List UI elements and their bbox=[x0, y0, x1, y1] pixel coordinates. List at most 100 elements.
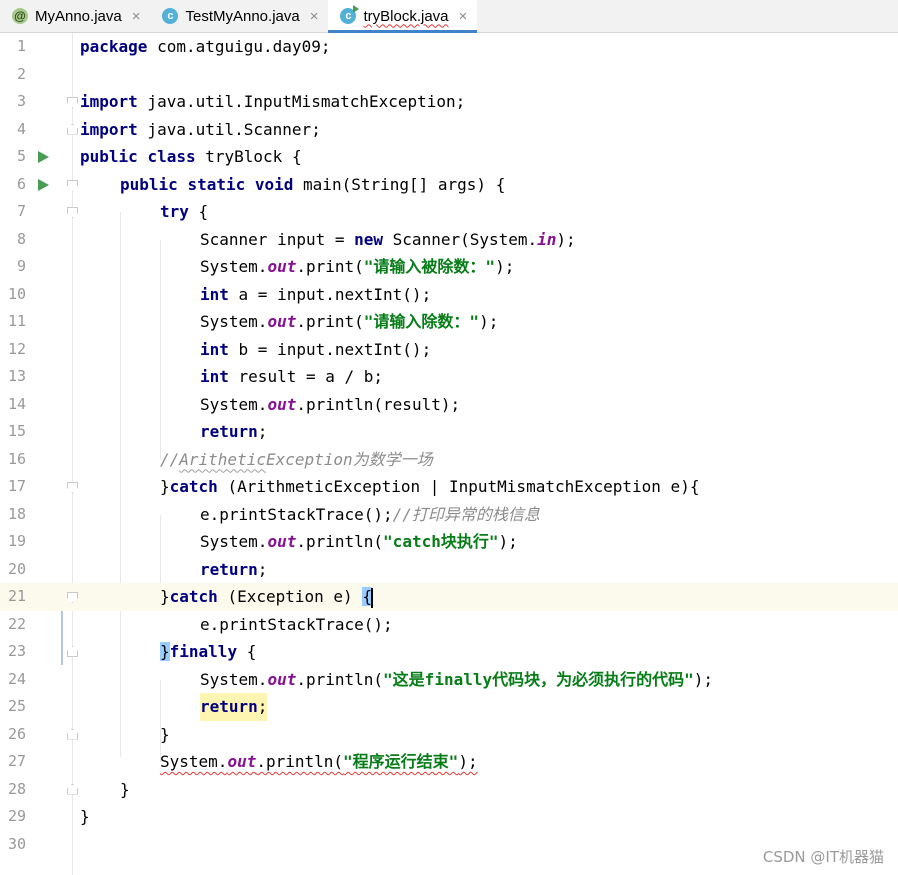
line-number: 16 bbox=[7, 449, 26, 468]
code-line-6: 6 public static void main(String[] args)… bbox=[0, 171, 898, 199]
code-line-7: 7 try { bbox=[0, 198, 898, 226]
line-number: 27 bbox=[7, 752, 26, 770]
class-file-icon: c bbox=[162, 8, 179, 24]
code-line-13: 13 int result = a / b; bbox=[0, 363, 898, 391]
code-text: public class tryBlock { bbox=[80, 147, 302, 166]
tab-label: tryBlock.java bbox=[363, 7, 449, 25]
fold-end-icon[interactable] bbox=[67, 728, 78, 740]
tab-testmyanno[interactable]: c TestMyAnno.java × bbox=[150, 0, 328, 32]
code-line-21-current: 21 }catch (Exception e) { bbox=[0, 583, 898, 611]
fold-end-icon[interactable] bbox=[67, 123, 78, 135]
code-line-16: 16 //AritheticException为数学一场 bbox=[0, 446, 898, 474]
fold-end-icon[interactable] bbox=[67, 646, 78, 657]
code-line-14: 14 System.out.println(result); bbox=[0, 391, 898, 419]
fold-icon[interactable] bbox=[67, 207, 78, 218]
code-line-1: 1 package com.atguigu.day09; bbox=[0, 33, 898, 61]
code-line-18: 18 e.printStackTrace();//打印异常的栈信息 bbox=[0, 501, 898, 529]
fold-icon[interactable] bbox=[67, 592, 78, 603]
code-text: } bbox=[120, 779, 130, 799]
line-number: 30 bbox=[7, 834, 26, 853]
line-number: 26 bbox=[7, 724, 26, 743]
line-number: 13 bbox=[7, 367, 26, 385]
code-line-25: 25 return; bbox=[0, 693, 898, 721]
code-line-15: 15 return; bbox=[0, 418, 898, 446]
code-text: int a = input.nextInt(); bbox=[200, 284, 432, 304]
line-number: 5 bbox=[16, 147, 26, 165]
line-number: 4 bbox=[16, 119, 26, 138]
code-text: e.printStackTrace();//打印异常的栈信息 bbox=[200, 504, 540, 524]
line-number: 25 bbox=[7, 697, 26, 715]
code-text: System.out.println("catch块执行"); bbox=[200, 532, 518, 551]
fold-icon[interactable] bbox=[67, 482, 78, 493]
code-line-22: 22 e.printStackTrace(); bbox=[0, 611, 898, 639]
editor-tab-bar: @ MyAnno.java × c TestMyAnno.java × c tr… bbox=[0, 0, 898, 33]
code-text: int result = a / b; bbox=[200, 367, 384, 386]
code-line-27: 27 System.out.println("程序运行结束"); bbox=[0, 748, 898, 776]
line-number: 2 bbox=[16, 64, 26, 83]
line-number: 19 bbox=[7, 532, 26, 550]
line-number: 12 bbox=[7, 339, 26, 358]
code-line-11: 11 System.out.print("请输入除数："); bbox=[0, 308, 898, 336]
close-icon[interactable]: × bbox=[459, 9, 468, 24]
code-text: public static void main(String[] args) { bbox=[120, 174, 506, 194]
code-text: import java.util.Scanner; bbox=[80, 119, 321, 139]
code-text: try { bbox=[160, 202, 209, 221]
line-number: 22 bbox=[7, 614, 26, 633]
line-number: 6 bbox=[16, 174, 26, 193]
line-number: 29 bbox=[7, 807, 26, 825]
code-line-24: 24 System.out.println("这是finally代码块，为必须执… bbox=[0, 666, 898, 694]
code-line-8: 8 Scanner input = new Scanner(System.in)… bbox=[0, 226, 898, 254]
code-text: } bbox=[160, 724, 170, 744]
code-text: System.out.print("请输入除数："); bbox=[200, 312, 499, 331]
code-text: System.out.println("这是finally代码块，为必须执行的代… bbox=[200, 669, 714, 689]
tab-label: TestMyAnno.java bbox=[185, 7, 300, 25]
code-text: System.out.println(result); bbox=[200, 394, 461, 414]
line-number: 7 bbox=[16, 202, 26, 220]
fold-icon[interactable] bbox=[67, 179, 78, 191]
code-text: }finally { bbox=[160, 642, 257, 661]
code-text: return; bbox=[200, 559, 268, 579]
line-number: 10 bbox=[7, 284, 26, 303]
runnable-class-icon: c bbox=[340, 5, 360, 24]
annotation-file-icon: @ bbox=[12, 8, 28, 24]
line-number: 9 bbox=[16, 257, 26, 275]
code-text: package com.atguigu.day09; bbox=[80, 37, 331, 56]
code-line-23: 23 }finally { bbox=[0, 638, 898, 666]
run-class-icon[interactable] bbox=[38, 151, 49, 163]
line-number: 23 bbox=[7, 642, 26, 660]
matched-brace: } bbox=[160, 642, 170, 661]
line-number: 3 bbox=[16, 92, 26, 110]
close-icon[interactable]: × bbox=[310, 9, 319, 24]
fold-end-icon[interactable] bbox=[67, 783, 78, 795]
code-line-10: 10 int a = input.nextInt(); bbox=[0, 281, 898, 309]
code-text: return; bbox=[200, 422, 268, 441]
tab-myanno[interactable]: @ MyAnno.java × bbox=[0, 0, 150, 32]
line-number: 8 bbox=[16, 229, 26, 248]
code-comment: //AritheticException为数学一场 bbox=[160, 449, 433, 469]
code-line-2: 2 bbox=[0, 61, 898, 89]
run-main-icon[interactable] bbox=[38, 178, 49, 191]
code-editor[interactable]: 1 package com.atguigu.day09; 2 3 import … bbox=[0, 33, 898, 875]
code-line-12: 12 int b = input.nextInt(); bbox=[0, 336, 898, 364]
code-line-9: 9 System.out.print("请输入被除数："); bbox=[0, 253, 898, 281]
line-number: 18 bbox=[7, 504, 26, 523]
code-line-20: 20 return; bbox=[0, 556, 898, 584]
watermark: CSDN @IT机器猫 bbox=[762, 848, 884, 866]
fold-icon[interactable] bbox=[67, 97, 78, 108]
line-number: 17 bbox=[7, 477, 26, 495]
line-number: 20 bbox=[7, 559, 26, 578]
tab-tryblock[interactable]: c tryBlock.java × bbox=[328, 0, 478, 33]
line-number: 21 bbox=[7, 587, 26, 605]
code-text: }catch (Exception e) { bbox=[160, 587, 373, 608]
code-line-5: 5 public class tryBlock { bbox=[0, 143, 898, 171]
code-text: }catch (ArithmeticException | InputMisma… bbox=[160, 477, 700, 496]
line-number: 24 bbox=[7, 669, 26, 688]
code-text: e.printStackTrace(); bbox=[200, 614, 393, 634]
line-number: 14 bbox=[7, 394, 26, 413]
code-line-17: 17 }catch (ArithmeticException | InputMi… bbox=[0, 473, 898, 501]
code-text: Scanner input = new Scanner(System.in); bbox=[200, 229, 576, 249]
tab-label: MyAnno.java bbox=[35, 7, 122, 25]
line-number: 28 bbox=[7, 779, 26, 798]
line-number: 1 bbox=[16, 37, 26, 55]
close-icon[interactable]: × bbox=[132, 9, 141, 24]
